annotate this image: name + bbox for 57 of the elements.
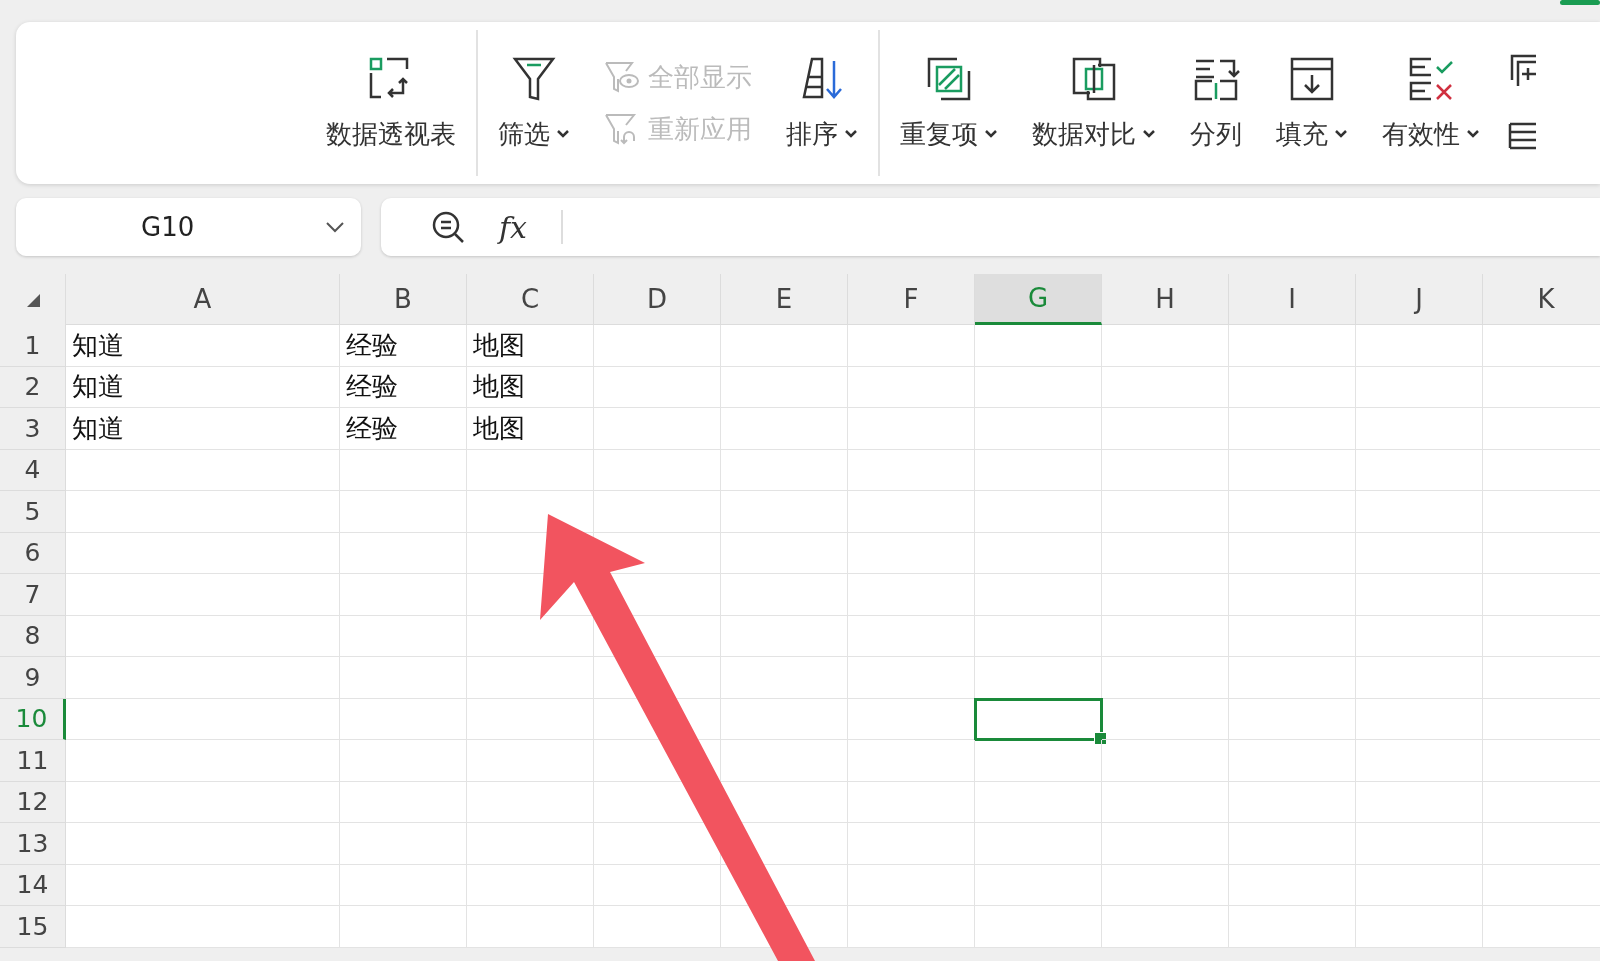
caret-icon: [1334, 129, 1348, 139]
ribbon-button[interactable]: 筛选: [498, 22, 570, 184]
row-header[interactable]: 8: [0, 615, 66, 657]
column-header[interactable]: K: [1483, 274, 1600, 325]
row-header[interactable]: 6: [0, 532, 66, 574]
function-label[interactable]: fx: [499, 209, 528, 245]
chevron-down-icon: [325, 221, 345, 233]
fill-handle[interactable]: [1094, 732, 1107, 745]
row-header[interactable]: 13: [0, 823, 66, 865]
row-header[interactable]: 7: [0, 574, 66, 616]
ribbon-button[interactable]: 重复项: [900, 22, 998, 184]
table-cell: 经验: [340, 325, 467, 367]
table-cell: 地图: [467, 325, 594, 367]
row-header[interactable]: 5: [0, 491, 66, 533]
row-header[interactable]: 2: [0, 366, 66, 408]
accent-bar: [1560, 0, 1600, 5]
ribbon-button[interactable]: 有效性: [1382, 22, 1480, 184]
caret-icon: [844, 129, 858, 139]
table-cell: 知道: [66, 408, 340, 450]
column-header[interactable]: B: [340, 274, 467, 325]
filter-eye-icon: [604, 59, 640, 95]
row-header[interactable]: 4: [0, 449, 66, 491]
column-header[interactable]: J: [1356, 274, 1483, 325]
ribbon-button[interactable]: 排序: [786, 22, 858, 184]
column-header[interactable]: D: [594, 274, 721, 325]
caret-icon: [556, 129, 570, 139]
ribbon-button[interactable]: 填充: [1276, 22, 1348, 184]
row-header[interactable]: 11: [0, 740, 66, 782]
column-header[interactable]: H: [1102, 274, 1229, 325]
column-header[interactable]: E: [721, 274, 848, 325]
row-header[interactable]: 3: [0, 408, 66, 450]
row-header[interactable]: 10: [0, 698, 66, 740]
table-cell: 知道: [66, 325, 340, 367]
column-header[interactable]: C: [467, 274, 594, 325]
caret-icon: [984, 129, 998, 139]
cell-reference: G10: [141, 212, 195, 242]
ribbon-button[interactable]: 数据透视表: [326, 22, 456, 184]
table-cell: 地图: [467, 408, 594, 450]
formula-bar[interactable]: fx: [381, 198, 1600, 256]
row-header[interactable]: 1: [0, 325, 66, 367]
column-header[interactable]: F: [848, 274, 975, 325]
row-header[interactable]: 14: [0, 864, 66, 906]
name-box[interactable]: G10: [16, 198, 361, 256]
table-cell: 地图: [467, 366, 594, 408]
zoom-out-icon[interactable]: [431, 210, 465, 244]
table-cell: 经验: [340, 366, 467, 408]
ribbon-button[interactable]: 分列: [1190, 22, 1242, 184]
column-header[interactable]: I: [1229, 274, 1356, 325]
table-cell: 知道: [66, 366, 340, 408]
caret-icon: [1142, 129, 1156, 139]
row-header[interactable]: 12: [0, 781, 66, 823]
row-header[interactable]: 15: [0, 906, 66, 948]
row-header[interactable]: 9: [0, 657, 66, 699]
caret-icon: [1466, 129, 1480, 139]
ribbon-button[interactable]: 数据对比: [1032, 22, 1156, 184]
table-cell: 经验: [340, 408, 467, 450]
column-header[interactable]: A: [66, 274, 340, 325]
